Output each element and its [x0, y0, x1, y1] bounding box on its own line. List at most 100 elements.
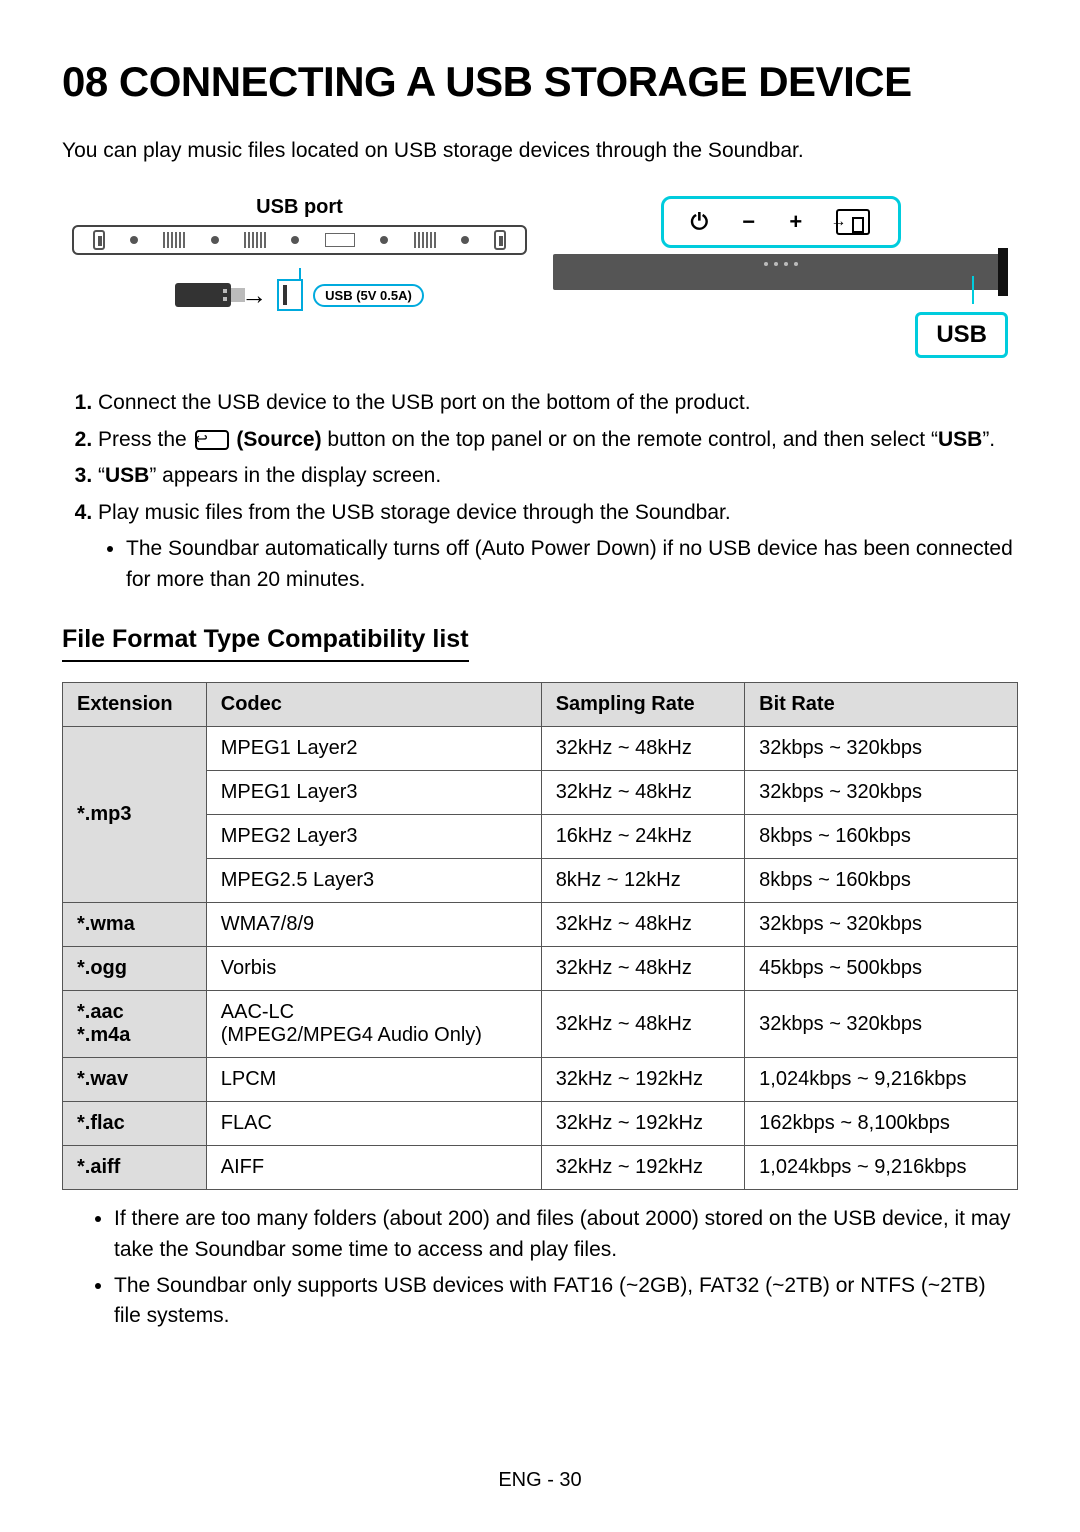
cell-codec: MPEG1 Layer2	[206, 727, 541, 771]
cell-codec: Vorbis	[206, 947, 541, 991]
step-4: Play music files from the USB storage de…	[98, 498, 1018, 595]
cell-extension: *.flac	[63, 1102, 207, 1146]
step-3-usb-label: USB	[105, 464, 149, 487]
led-dot-icon	[291, 236, 299, 244]
cell-codec: AIFF	[206, 1146, 541, 1190]
grille-icon	[163, 232, 185, 248]
th-extension: Extension	[63, 683, 207, 727]
compat-table: Extension Codec Sampling Rate Bit Rate *…	[62, 682, 1018, 1190]
th-codec: Codec	[206, 683, 541, 727]
notes-list: If there are too many folders (about 200…	[62, 1204, 1018, 1332]
step-2-source-label: (Source)	[231, 428, 322, 451]
cell-rate: 32kHz ~ 48kHz	[541, 947, 744, 991]
step-3: “USB” appears in the display screen.	[98, 461, 1018, 491]
grille-icon	[414, 232, 436, 248]
speaker-icon	[494, 230, 506, 250]
cell-rate: 32kHz ~ 48kHz	[541, 991, 744, 1058]
table-row: MPEG1 Layer3 32kHz ~ 48kHz 32kbps ~ 320k…	[63, 771, 1018, 815]
cell-bit: 162kbps ~ 8,100kbps	[745, 1102, 1018, 1146]
speaker-icon	[93, 230, 105, 250]
table-row: *.mp3 MPEG1 Layer2 32kHz ~ 48kHz 32kbps …	[63, 727, 1018, 771]
cell-codec: WMA7/8/9	[206, 903, 541, 947]
step-2-text-a: Press the	[98, 428, 193, 451]
cell-rate: 32kHz ~ 192kHz	[541, 1102, 744, 1146]
minus-icon: −	[742, 209, 755, 235]
cell-bit: 1,024kbps ~ 9,216kbps	[745, 1058, 1018, 1102]
cell-rate: 32kHz ~ 48kHz	[541, 771, 744, 815]
source-button-icon	[836, 209, 870, 235]
usb-port-badge: USB (5V 0.5A)	[313, 284, 424, 307]
cell-bit: 32kbps ~ 320kbps	[745, 991, 1018, 1058]
step-4-sublist: The Soundbar automatically turns off (Au…	[98, 534, 1018, 595]
cell-bit: 1,024kbps ~ 9,216kbps	[745, 1146, 1018, 1190]
table-row: *.ogg Vorbis 32kHz ~ 48kHz 45kbps ~ 500k…	[63, 947, 1018, 991]
soundbar-top-illustration	[72, 225, 527, 255]
note-2: The Soundbar only supports USB devices w…	[114, 1271, 1018, 1332]
diagram-source-select: ⏻ − + USB	[553, 196, 1008, 358]
diagram-usb-port: USB port → USB (5V 0.5A)	[72, 196, 527, 358]
compat-heading: File Format Type Compatibility list	[62, 625, 469, 662]
step-2: Press the (Source) button on the top pan…	[98, 425, 1018, 455]
callout-line-icon	[972, 276, 974, 304]
table-row: *.aac *.m4a AAC-LC (MPEG2/MPEG4 Audio On…	[63, 991, 1018, 1058]
step-2-text-c: ”.	[982, 428, 995, 451]
cell-codec: LPCM	[206, 1058, 541, 1102]
cell-bit: 8kbps ~ 160kbps	[745, 815, 1018, 859]
led-dot-icon	[130, 236, 138, 244]
usb-display-badge: USB	[915, 312, 1008, 358]
cell-codec: MPEG2.5 Layer3	[206, 859, 541, 903]
step-3-text-b: ” appears in the display screen.	[149, 464, 441, 487]
step-1: Connect the USB device to the USB port o…	[98, 388, 1018, 418]
cell-bit: 45kbps ~ 500kbps	[745, 947, 1018, 991]
cell-codec: MPEG2 Layer3	[206, 815, 541, 859]
usb-stick-icon	[175, 283, 231, 307]
diagrams-row: USB port → USB (5V 0.5A)	[62, 196, 1018, 358]
table-row: *.aiff AIFF 32kHz ~ 192kHz 1,024kbps ~ 9…	[63, 1146, 1018, 1190]
usb-insert-illustration: → USB (5V 0.5A)	[72, 279, 527, 311]
table-row: *.wma WMA7/8/9 32kHz ~ 48kHz 32kbps ~ 32…	[63, 903, 1018, 947]
display-icon	[325, 233, 355, 247]
source-button-icon	[195, 430, 229, 450]
cell-rate: 32kHz ~ 192kHz	[541, 1058, 744, 1102]
cell-bit: 32kbps ~ 320kbps	[745, 727, 1018, 771]
cell-extension: *.wma	[63, 903, 207, 947]
cell-bit: 32kbps ~ 320kbps	[745, 903, 1018, 947]
table-row: MPEG2 Layer3 16kHz ~ 24kHz 8kbps ~ 160kb…	[63, 815, 1018, 859]
usb-port-label: USB port	[72, 196, 527, 219]
led-dot-icon	[211, 236, 219, 244]
top-panel-buttons-illustration: ⏻ − +	[661, 196, 901, 248]
cell-extension: *.wav	[63, 1058, 207, 1102]
cell-rate: 32kHz ~ 192kHz	[541, 1146, 744, 1190]
table-row: MPEG2.5 Layer3 8kHz ~ 12kHz 8kbps ~ 160k…	[63, 859, 1018, 903]
cell-extension: *.ogg	[63, 947, 207, 991]
step-4-text: Play music files from the USB storage de…	[98, 501, 731, 524]
cell-extension: *.aac *.m4a	[63, 991, 207, 1058]
cell-bit: 8kbps ~ 160kbps	[745, 859, 1018, 903]
table-header-row: Extension Codec Sampling Rate Bit Rate	[63, 683, 1018, 727]
cell-bit: 32kbps ~ 320kbps	[745, 771, 1018, 815]
cell-rate: 8kHz ~ 12kHz	[541, 859, 744, 903]
page-footer: ENG - 30	[0, 1469, 1080, 1492]
th-sampling-rate: Sampling Rate	[541, 683, 744, 727]
cell-rate: 32kHz ~ 48kHz	[541, 903, 744, 947]
step-3-text-a: “	[98, 464, 105, 487]
cell-rate: 32kHz ~ 48kHz	[541, 727, 744, 771]
usb-port-icon	[277, 279, 303, 311]
power-icon: ⏻	[691, 209, 708, 235]
note-1: If there are too many folders (about 200…	[114, 1204, 1018, 1265]
step-2-text-b: button on the top panel or on the remote…	[322, 428, 938, 451]
table-row: *.flac FLAC 32kHz ~ 192kHz 162kbps ~ 8,1…	[63, 1102, 1018, 1146]
cell-codec: AAC-LC (MPEG2/MPEG4 Audio Only)	[206, 991, 541, 1058]
soundbar-body-illustration	[553, 254, 1008, 290]
cell-extension: *.mp3	[63, 727, 207, 903]
step-2-usb-label: USB	[938, 428, 982, 451]
steps-list: Connect the USB device to the USB port o…	[62, 388, 1018, 595]
page-title: 08 CONNECTING A USB STORAGE DEVICE	[62, 58, 1018, 106]
cell-extension: *.aiff	[63, 1146, 207, 1190]
table-row: *.wav LPCM 32kHz ~ 192kHz 1,024kbps ~ 9,…	[63, 1058, 1018, 1102]
cell-rate: 16kHz ~ 24kHz	[541, 815, 744, 859]
step-4-note: The Soundbar automatically turns off (Au…	[126, 534, 1018, 595]
cell-codec: MPEG1 Layer3	[206, 771, 541, 815]
led-dot-icon	[461, 236, 469, 244]
intro-text: You can play music files located on USB …	[62, 136, 1018, 166]
